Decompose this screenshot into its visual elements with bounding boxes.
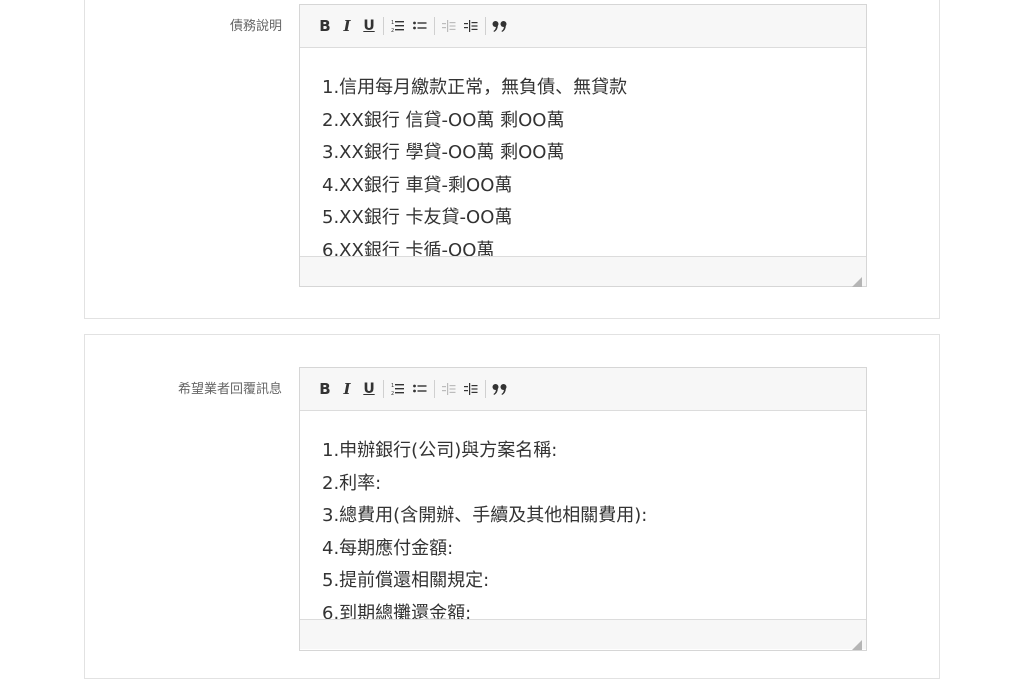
indent-button[interactable] <box>460 14 482 38</box>
debt-description-label: 債務說明 <box>229 19 282 34</box>
indent-button[interactable] <box>460 377 482 401</box>
unordered-list-button[interactable] <box>409 377 431 401</box>
unordered-list-icon <box>413 19 427 33</box>
content-line: 6.到期總攤還金額: <box>322 602 472 620</box>
editor-statusbar <box>300 619 866 650</box>
desired-reply-content[interactable]: 1.申辦銀行(公司)與方案名稱: 2.利率: 3.總費用(含開辦、手續及其他相關… <box>300 411 866 619</box>
resize-handle-icon[interactable] <box>852 635 862 650</box>
indent-icon <box>464 19 478 33</box>
desired-reply-panel: 希望業者回覆訊息 B I U 1 2 1.申辦銀行(公司)與方案名稱: 2.利率… <box>84 334 940 679</box>
svg-text:2: 2 <box>391 28 394 33</box>
resize-handle-icon[interactable] <box>852 272 862 287</box>
ordered-list-button[interactable]: 1 2 <box>387 14 409 38</box>
italic-button[interactable]: I <box>336 377 358 401</box>
desired-reply-editor: B I U 1 2 1.申辦銀行(公司)與方案名稱: 2.利率: 3.總費用(含… <box>299 367 867 651</box>
indent-icon <box>464 382 478 396</box>
content-line: 4.XX銀行 車貸-剩OO萬 <box>322 174 513 196</box>
bold-button[interactable]: B <box>314 14 336 38</box>
editor-toolbar: B I U 1 2 <box>300 368 866 411</box>
toolbar-separator <box>383 17 384 35</box>
outdent-icon <box>442 19 456 33</box>
debt-description-panel: 債務說明 B I U 1 2 1.信用每月繳款正常，無負債、無貸款 2.XX銀行… <box>84 0 940 319</box>
content-line: 2.利率: <box>322 472 382 494</box>
ordered-list-icon: 1 2 <box>391 19 405 33</box>
underline-button[interactable]: U <box>358 377 380 401</box>
outdent-button[interactable] <box>438 377 460 401</box>
outdent-button[interactable] <box>438 14 460 38</box>
content-line: 1.申辦銀行(公司)與方案名稱: <box>322 440 558 461</box>
unordered-list-icon <box>413 382 427 396</box>
content-line: 3.XX銀行 學貸-OO萬 剩OO萬 <box>322 142 565 163</box>
toolbar-separator <box>434 17 435 35</box>
toolbar-separator <box>485 17 486 35</box>
content-line: 4.每期應付金額: <box>322 537 454 559</box>
debt-description-editor: B I U 1 2 1.信用每月繳款正常，無負債、無貸款 2.XX銀行 信貸-O… <box>299 4 867 287</box>
editor-toolbar: B I U 1 2 <box>300 5 866 48</box>
content-line: 3.總費用(含開辦、手續及其他相關費用): <box>322 505 648 526</box>
ordered-list-icon: 1 2 <box>391 382 405 396</box>
ordered-list-button[interactable]: 1 2 <box>387 377 409 401</box>
blockquote-icon <box>492 19 508 33</box>
italic-button[interactable]: I <box>336 14 358 38</box>
content-line: 2.XX銀行 信貸-OO萬 剩OO萬 <box>322 109 565 131</box>
content-line: 5.XX銀行 卡友貸-OO萬 <box>322 207 513 228</box>
debt-description-content[interactable]: 1.信用每月繳款正常，無負債、無貸款 2.XX銀行 信貸-OO萬 剩OO萬 3.… <box>300 48 866 256</box>
toolbar-separator <box>383 380 384 398</box>
content-line: 1.信用每月繳款正常，無負債、無貸款 <box>322 77 628 98</box>
desired-reply-label: 希望業者回覆訊息 <box>177 382 282 397</box>
blockquote-icon <box>492 382 508 396</box>
editor-statusbar <box>300 256 866 287</box>
svg-text:1: 1 <box>391 383 394 389</box>
blockquote-button[interactable] <box>489 377 511 401</box>
toolbar-separator <box>485 380 486 398</box>
outdent-icon <box>442 382 456 396</box>
content-line: 6.XX銀行 卡循-OO萬 <box>322 239 495 257</box>
bold-button[interactable]: B <box>314 377 336 401</box>
content-line: 5.提前償還相關規定: <box>322 570 490 591</box>
svg-text:2: 2 <box>391 391 394 396</box>
unordered-list-button[interactable] <box>409 14 431 38</box>
toolbar-separator <box>434 380 435 398</box>
svg-text:1: 1 <box>391 20 394 26</box>
underline-button[interactable]: U <box>358 14 380 38</box>
blockquote-button[interactable] <box>489 14 511 38</box>
